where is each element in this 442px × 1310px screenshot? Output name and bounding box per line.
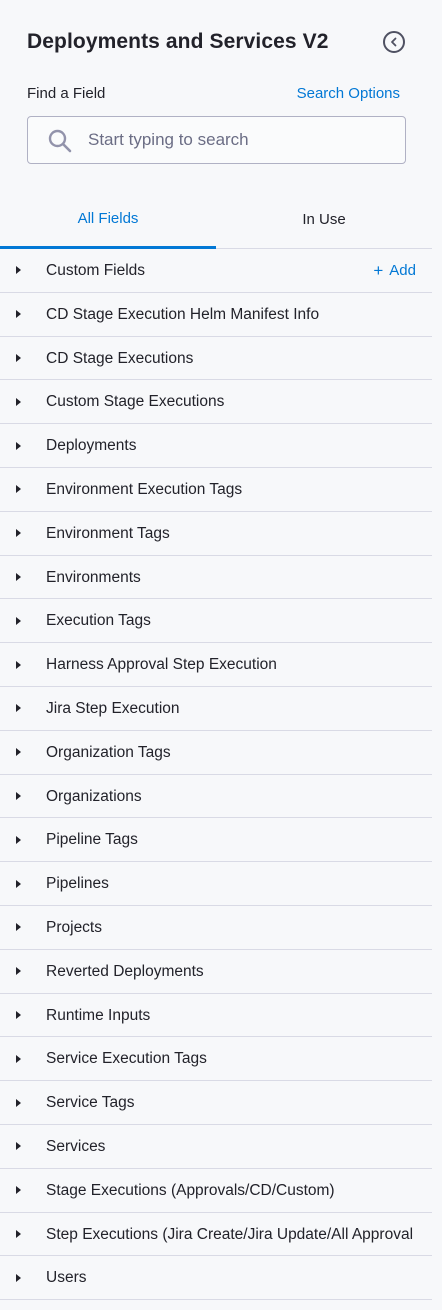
field-group-row[interactable]: CD Stage Executions <box>0 337 432 381</box>
field-group-label: Environments <box>46 568 141 586</box>
caret-right-icon[interactable] <box>16 835 21 844</box>
collapse-panel-button[interactable] <box>383 31 405 53</box>
field-group-label: Custom Stage Executions <box>46 393 225 411</box>
field-group-row[interactable]: Reverted Deployments <box>0 950 432 994</box>
caret-right-icon[interactable] <box>16 923 21 932</box>
field-group-label: Users <box>46 1269 87 1287</box>
field-group-label: Reverted Deployments <box>46 962 204 980</box>
field-group-row[interactable]: Projects <box>0 906 432 950</box>
field-group-label: Environment Tags <box>46 524 170 542</box>
field-group-label: Step Executions (Jira Create/Jira Update… <box>46 1225 414 1243</box>
field-group-label: Pipelines <box>46 875 109 893</box>
field-group-row[interactable]: Pipelines <box>0 862 432 906</box>
caret-right-icon[interactable] <box>16 791 21 800</box>
panel-title: Deployments and Services V2 <box>27 30 329 53</box>
field-group-row[interactable]: Harness Approval Step Execution <box>0 643 432 687</box>
tab-in-use[interactable]: In Use <box>216 190 432 249</box>
caret-right-icon[interactable] <box>16 1010 21 1019</box>
field-group-label: Jira Step Execution <box>46 699 180 717</box>
field-group-label: Services <box>46 1137 106 1155</box>
field-picker-panel: Deployments and Services V2 Find a Field… <box>0 0 442 1310</box>
field-group-label: Deployments <box>46 437 137 455</box>
field-group-label: Service Tags <box>46 1094 135 1112</box>
field-group-row[interactable]: Service Tags <box>0 1081 432 1125</box>
add-label: Add <box>389 262 416 279</box>
field-group-row[interactable]: Stage Executions (Approvals/CD/Custom) <box>0 1169 432 1213</box>
caret-right-icon[interactable] <box>16 266 21 275</box>
field-group-row[interactable]: Organizations <box>0 775 432 819</box>
field-group-row[interactable]: CD Stage Execution Helm Manifest Info <box>0 293 432 337</box>
field-group-label: CD Stage Executions <box>46 349 194 367</box>
field-group-label: Pipeline Tags <box>46 831 138 849</box>
list-scroll-gutter <box>432 249 442 1310</box>
caret-right-icon[interactable] <box>16 572 21 581</box>
caret-right-icon[interactable] <box>16 1273 21 1282</box>
field-group-row[interactable]: Organization Tags <box>0 731 432 775</box>
field-group-row[interactable]: Users <box>0 1256 432 1301</box>
field-group-row[interactable]: Custom Fields + Add <box>0 249 432 293</box>
caret-right-icon[interactable] <box>16 1098 21 1107</box>
field-group-label: Organization Tags <box>46 743 171 761</box>
chevron-left-circle-icon <box>391 37 397 47</box>
field-group-label: CD Stage Execution Helm Manifest Info <box>46 305 320 323</box>
field-group-row[interactable]: Environment Tags <box>0 512 432 556</box>
field-group-row[interactable]: Step Executions (Jira Create/Jira Update… <box>0 1213 432 1257</box>
caret-right-icon[interactable] <box>16 879 21 888</box>
field-group-label: Runtime Inputs <box>46 1006 151 1024</box>
caret-right-icon[interactable] <box>16 967 21 976</box>
caret-right-icon[interactable] <box>16 441 21 450</box>
field-group-row[interactable]: Deployments <box>0 424 432 468</box>
field-group-label: Environment Execution Tags <box>46 480 243 498</box>
tab-all-fields[interactable]: All Fields <box>0 190 216 249</box>
caret-right-icon[interactable] <box>16 1229 21 1238</box>
field-group-label: Service Execution Tags <box>46 1050 207 1068</box>
search-field[interactable] <box>27 116 406 164</box>
caret-right-icon[interactable] <box>16 310 21 319</box>
field-group-list: Custom Fields + Add CD Stage Execution Helm… <box>0 249 432 1301</box>
field-group-row[interactable]: Runtime Inputs <box>0 994 432 1038</box>
caret-right-icon[interactable] <box>16 485 21 494</box>
field-tabs: All Fields In Use <box>0 190 432 249</box>
field-group-row[interactable]: Service Execution Tags <box>0 1037 432 1082</box>
caret-right-icon[interactable] <box>16 353 21 362</box>
caret-right-icon[interactable] <box>16 1142 21 1151</box>
caret-right-icon[interactable] <box>16 1054 21 1063</box>
field-group-row[interactable]: Execution Tags <box>0 599 432 644</box>
field-group-label: Harness Approval Step Execution <box>46 656 277 674</box>
caret-right-icon[interactable] <box>16 748 21 757</box>
caret-right-icon[interactable] <box>16 397 21 406</box>
search-icon <box>48 129 72 153</box>
field-group-label: Stage Executions (Approvals/CD/Custom) <box>46 1181 335 1199</box>
field-group-label: Projects <box>46 918 102 936</box>
caret-right-icon[interactable] <box>16 704 21 713</box>
field-group-row[interactable]: Environments <box>0 556 432 600</box>
caret-right-icon[interactable] <box>16 1186 21 1195</box>
add-custom-field-button[interactable]: + Add <box>373 249 416 292</box>
caret-right-icon[interactable] <box>16 660 21 669</box>
caret-right-icon[interactable] <box>16 529 21 538</box>
search-options-link[interactable]: Search Options <box>297 85 400 102</box>
field-group-label: Organizations <box>46 787 142 805</box>
field-group-label: Execution Tags <box>46 612 151 630</box>
field-group-row[interactable]: Environment Execution Tags <box>0 468 432 512</box>
field-group-label: Custom Fields <box>46 262 146 279</box>
field-group-row[interactable]: Jira Step Execution <box>0 687 432 731</box>
field-group-row[interactable]: Services <box>0 1125 432 1169</box>
plus-icon: + <box>373 261 384 280</box>
panel-header: Deployments and Services V2 <box>0 0 442 86</box>
field-group-row[interactable]: Custom Stage Executions <box>0 380 432 425</box>
field-group-row[interactable]: Pipeline Tags <box>0 818 432 863</box>
caret-right-icon[interactable] <box>16 616 21 625</box>
find-field-label: Find a Field <box>27 85 106 102</box>
search-input[interactable] <box>88 117 398 163</box>
